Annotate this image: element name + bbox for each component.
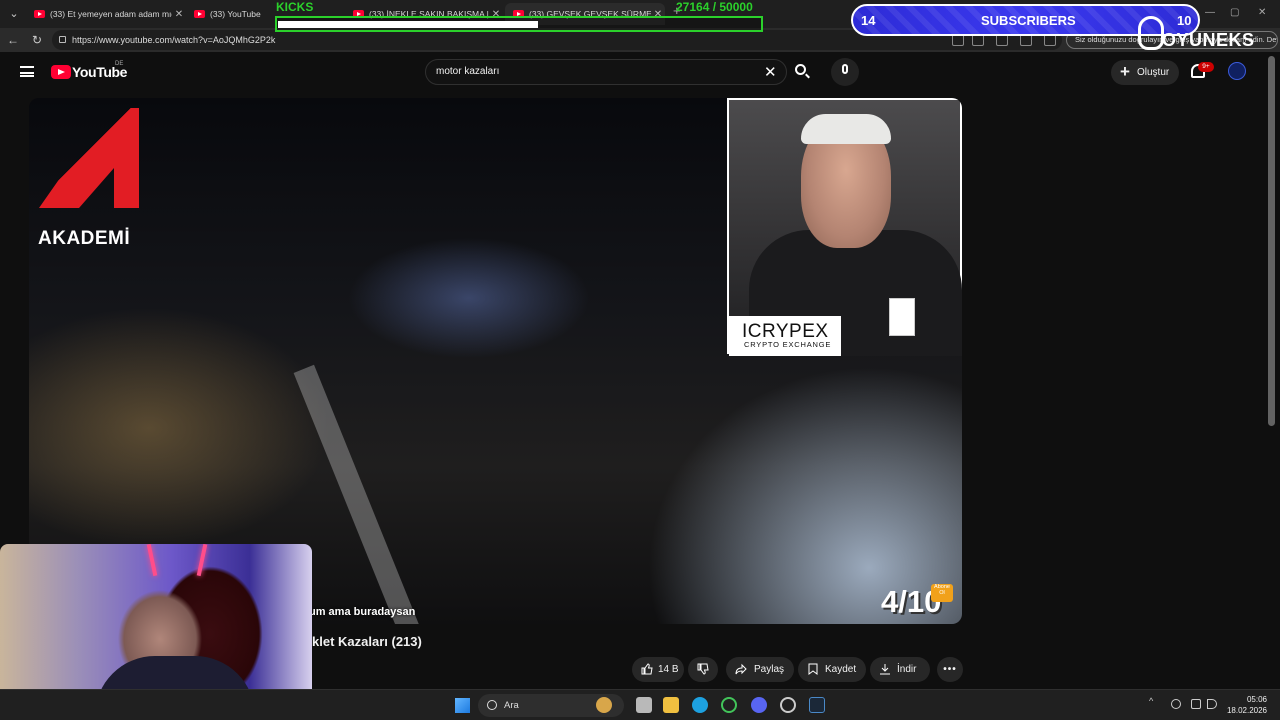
app-icon[interactable] xyxy=(780,697,796,713)
network-icon[interactable] xyxy=(1191,699,1201,709)
shirt-logo-icon xyxy=(889,298,915,336)
youtube-header: YouTube DE motor kazaları ✕ Oluştur 9+ xyxy=(0,52,1280,92)
browser-tab[interactable]: (33) YouTube xyxy=(186,3,274,25)
menu-icon[interactable] xyxy=(20,66,34,77)
microphone-tray-icon[interactable] xyxy=(1171,699,1181,709)
download-icon xyxy=(880,664,890,675)
video-title: klet Kazaları (213) xyxy=(312,634,422,649)
brand-name: OYUNEKS xyxy=(1162,30,1255,50)
reload-icon[interactable]: ↻ xyxy=(29,32,45,48)
more-icon: ••• xyxy=(943,664,957,675)
youtube-logo-icon[interactable] xyxy=(51,65,71,79)
neon-light xyxy=(146,544,158,577)
download-button[interactable]: İndir xyxy=(870,657,930,682)
share-button[interactable]: Paylaş xyxy=(726,657,794,682)
voice-search-button[interactable] xyxy=(831,58,859,86)
channel-logo-text: AKADEMİ xyxy=(38,228,131,249)
brand-mascot-icon xyxy=(1138,16,1164,50)
task-view-icon[interactable] xyxy=(636,697,652,713)
sponsor-subtitle: CRYPTO EXCHANGE xyxy=(744,340,832,349)
subscribers-label: SUBSCRIBERS xyxy=(981,13,1076,28)
kicks-goal-fill xyxy=(278,21,539,28)
clock-date: 18.02.2026 xyxy=(1226,706,1267,715)
subscribe-sticker: Abone Ol xyxy=(931,584,953,602)
clock-time: 05:06 xyxy=(1246,695,1267,704)
windows-start-icon[interactable] xyxy=(455,698,470,713)
region-code: DE xyxy=(115,61,124,67)
create-button[interactable]: Oluştur xyxy=(1111,59,1179,85)
notification-badge: 9+ xyxy=(1198,62,1214,72)
tab-title: (33) Et yemeyen adam adam mıdır? xyxy=(50,9,172,19)
subscribers-left-count: 14 xyxy=(861,13,876,28)
dislike-button[interactable] xyxy=(688,657,718,682)
presenter-hair xyxy=(801,114,891,144)
search-button[interactable] xyxy=(787,59,817,85)
volume-icon[interactable] xyxy=(1207,699,1217,709)
thumbs-up-icon xyxy=(641,663,653,675)
browser-tab[interactable]: (33) Et yemeyen adam adam mıdır? ✕ xyxy=(26,3,186,25)
youtube-favicon-icon xyxy=(34,10,45,18)
video-caption: um ama buradaysan xyxy=(309,606,416,618)
page-scrollbar[interactable] xyxy=(1268,56,1275,426)
download-label: İndir xyxy=(897,664,917,675)
share-label: Paylaş xyxy=(754,664,785,675)
sponsor-presenter-panel: ICRYPEX CRYPTO EXCHANGE xyxy=(727,98,962,356)
clear-search-icon[interactable]: ✕ xyxy=(764,63,777,81)
account-avatar[interactable] xyxy=(1228,62,1246,80)
back-icon[interactable]: ← xyxy=(5,32,21,48)
tab-title: (33) YouTube xyxy=(210,9,261,19)
green-app-icon[interactable] xyxy=(721,697,737,713)
like-count: 14 B xyxy=(658,664,679,675)
like-button[interactable]: 14 B xyxy=(632,657,684,682)
tray-chevron-icon[interactable]: ^ xyxy=(1149,696,1159,706)
file-explorer-icon[interactable] xyxy=(663,697,679,713)
tab-close-icon[interactable]: ✕ xyxy=(172,9,186,20)
url-text: https://www.youtube.com/watch?v=AoJQMhG2… xyxy=(72,35,276,45)
microphone-icon xyxy=(842,64,848,74)
save-button[interactable]: Kaydet xyxy=(798,657,866,682)
bookmark-icon xyxy=(808,663,818,675)
kicks-goal-label: KICKS xyxy=(276,0,314,14)
discord-icon[interactable] xyxy=(751,697,767,713)
kicks-goal-count: 27164 / 50000 xyxy=(676,0,753,14)
taskbar-clock[interactable]: 05:06 18.02.2026 xyxy=(1225,694,1267,716)
site-info-icon[interactable] xyxy=(59,36,66,43)
windows-taskbar: Ara ^ 05:06 18.02.2026 xyxy=(0,689,1280,720)
widgets-icon[interactable] xyxy=(596,697,612,713)
search-icon xyxy=(795,64,806,75)
neon-light xyxy=(196,544,208,577)
steam-icon[interactable] xyxy=(809,697,825,713)
streamer-brand: OYUNEKS xyxy=(1136,14,1276,58)
tab-search-chevron-icon[interactable]: ⌄ xyxy=(4,4,24,24)
save-label: Kaydet xyxy=(825,664,857,675)
more-actions-button[interactable]: ••• xyxy=(937,657,963,682)
youtube-favicon-icon xyxy=(194,10,205,18)
thumbs-down-icon xyxy=(697,663,709,675)
share-icon xyxy=(735,663,747,675)
search-input[interactable]: motor kazaları xyxy=(425,59,787,85)
edge-browser-icon[interactable] xyxy=(692,697,708,713)
kicks-goal-bar xyxy=(275,16,763,32)
